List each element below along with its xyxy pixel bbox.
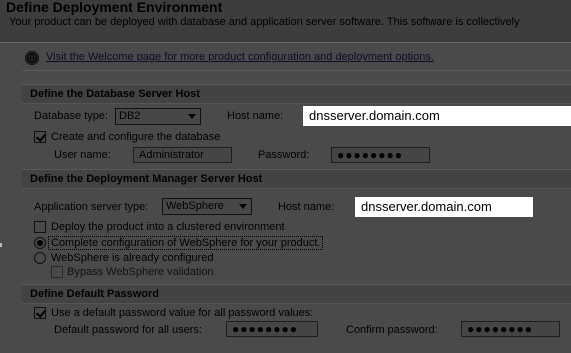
database-section-title: Define the Database Server Host bbox=[22, 85, 571, 104]
clustered-environment-label: Deploy the product into a clustered envi… bbox=[51, 221, 285, 233]
database-type-select[interactable]: DB2 bbox=[115, 108, 201, 125]
database-host-label: Host name: bbox=[227, 110, 284, 122]
database-section: Define the Database Server Host bbox=[22, 84, 571, 104]
app-server-type-select[interactable]: WebSphere bbox=[162, 198, 252, 215]
app-server-type-label: Application server type: bbox=[34, 201, 149, 213]
app-server-type-value: WebSphere bbox=[166, 200, 224, 212]
chevron-down-icon bbox=[188, 114, 196, 119]
dm-host-label: Host name: bbox=[278, 201, 335, 213]
database-host-input[interactable]: dnsserver.domain.com bbox=[303, 106, 571, 126]
globe-help-icon[interactable] bbox=[25, 51, 39, 65]
database-password-label: Password: bbox=[258, 149, 310, 161]
use-default-password-label: Use a default password value for all pas… bbox=[51, 307, 314, 319]
scroll-marker bbox=[0, 243, 2, 247]
use-default-password-checkbox[interactable] bbox=[34, 307, 46, 319]
default-password-input[interactable]: ●●●●●●●● bbox=[226, 321, 318, 337]
bypass-validation-label: Bypass WebSphere validation bbox=[67, 266, 214, 278]
dm-host-input[interactable]: dnsserver.domain.com bbox=[355, 197, 533, 217]
already-configured-label: WebSphere is already configured bbox=[51, 252, 214, 264]
default-password-label: Default password for all users: bbox=[54, 324, 202, 336]
page-description: Your product can be deployed with databa… bbox=[9, 16, 520, 28]
create-database-checkbox[interactable] bbox=[34, 131, 46, 143]
create-database-label: Create and configure the database bbox=[51, 131, 221, 143]
database-user-input[interactable]: Administrator bbox=[133, 147, 232, 163]
default-password-section: Define Default Password bbox=[22, 284, 571, 304]
database-type-value: DB2 bbox=[119, 110, 141, 122]
link-separator bbox=[22, 70, 571, 71]
clustered-environment-checkbox[interactable] bbox=[34, 221, 46, 233]
database-user-label: User name: bbox=[54, 149, 111, 161]
chevron-down-icon bbox=[239, 204, 247, 209]
bypass-validation-checkbox[interactable] bbox=[51, 266, 63, 278]
page-title: Define Deployment Environment bbox=[6, 0, 223, 15]
database-type-label: Database type: bbox=[34, 110, 108, 122]
welcome-page-link[interactable]: Visit the Welcome page for more product … bbox=[46, 51, 434, 63]
deployment-manager-section: Define the Deployment Manager Server Hos… bbox=[22, 169, 571, 189]
complete-configuration-radio[interactable] bbox=[34, 237, 46, 249]
deployment-manager-section-title: Define the Deployment Manager Server Hos… bbox=[22, 170, 571, 189]
default-password-section-title: Define Default Password bbox=[22, 285, 571, 304]
database-password-input[interactable]: ●●●●●●●● bbox=[331, 147, 430, 163]
confirm-password-label: Confirm password: bbox=[346, 324, 438, 336]
complete-configuration-label: Complete configuration of WebSphere for … bbox=[48, 236, 324, 250]
confirm-password-input[interactable]: ●●●●●●●● bbox=[461, 321, 560, 337]
already-configured-radio[interactable] bbox=[34, 252, 46, 264]
